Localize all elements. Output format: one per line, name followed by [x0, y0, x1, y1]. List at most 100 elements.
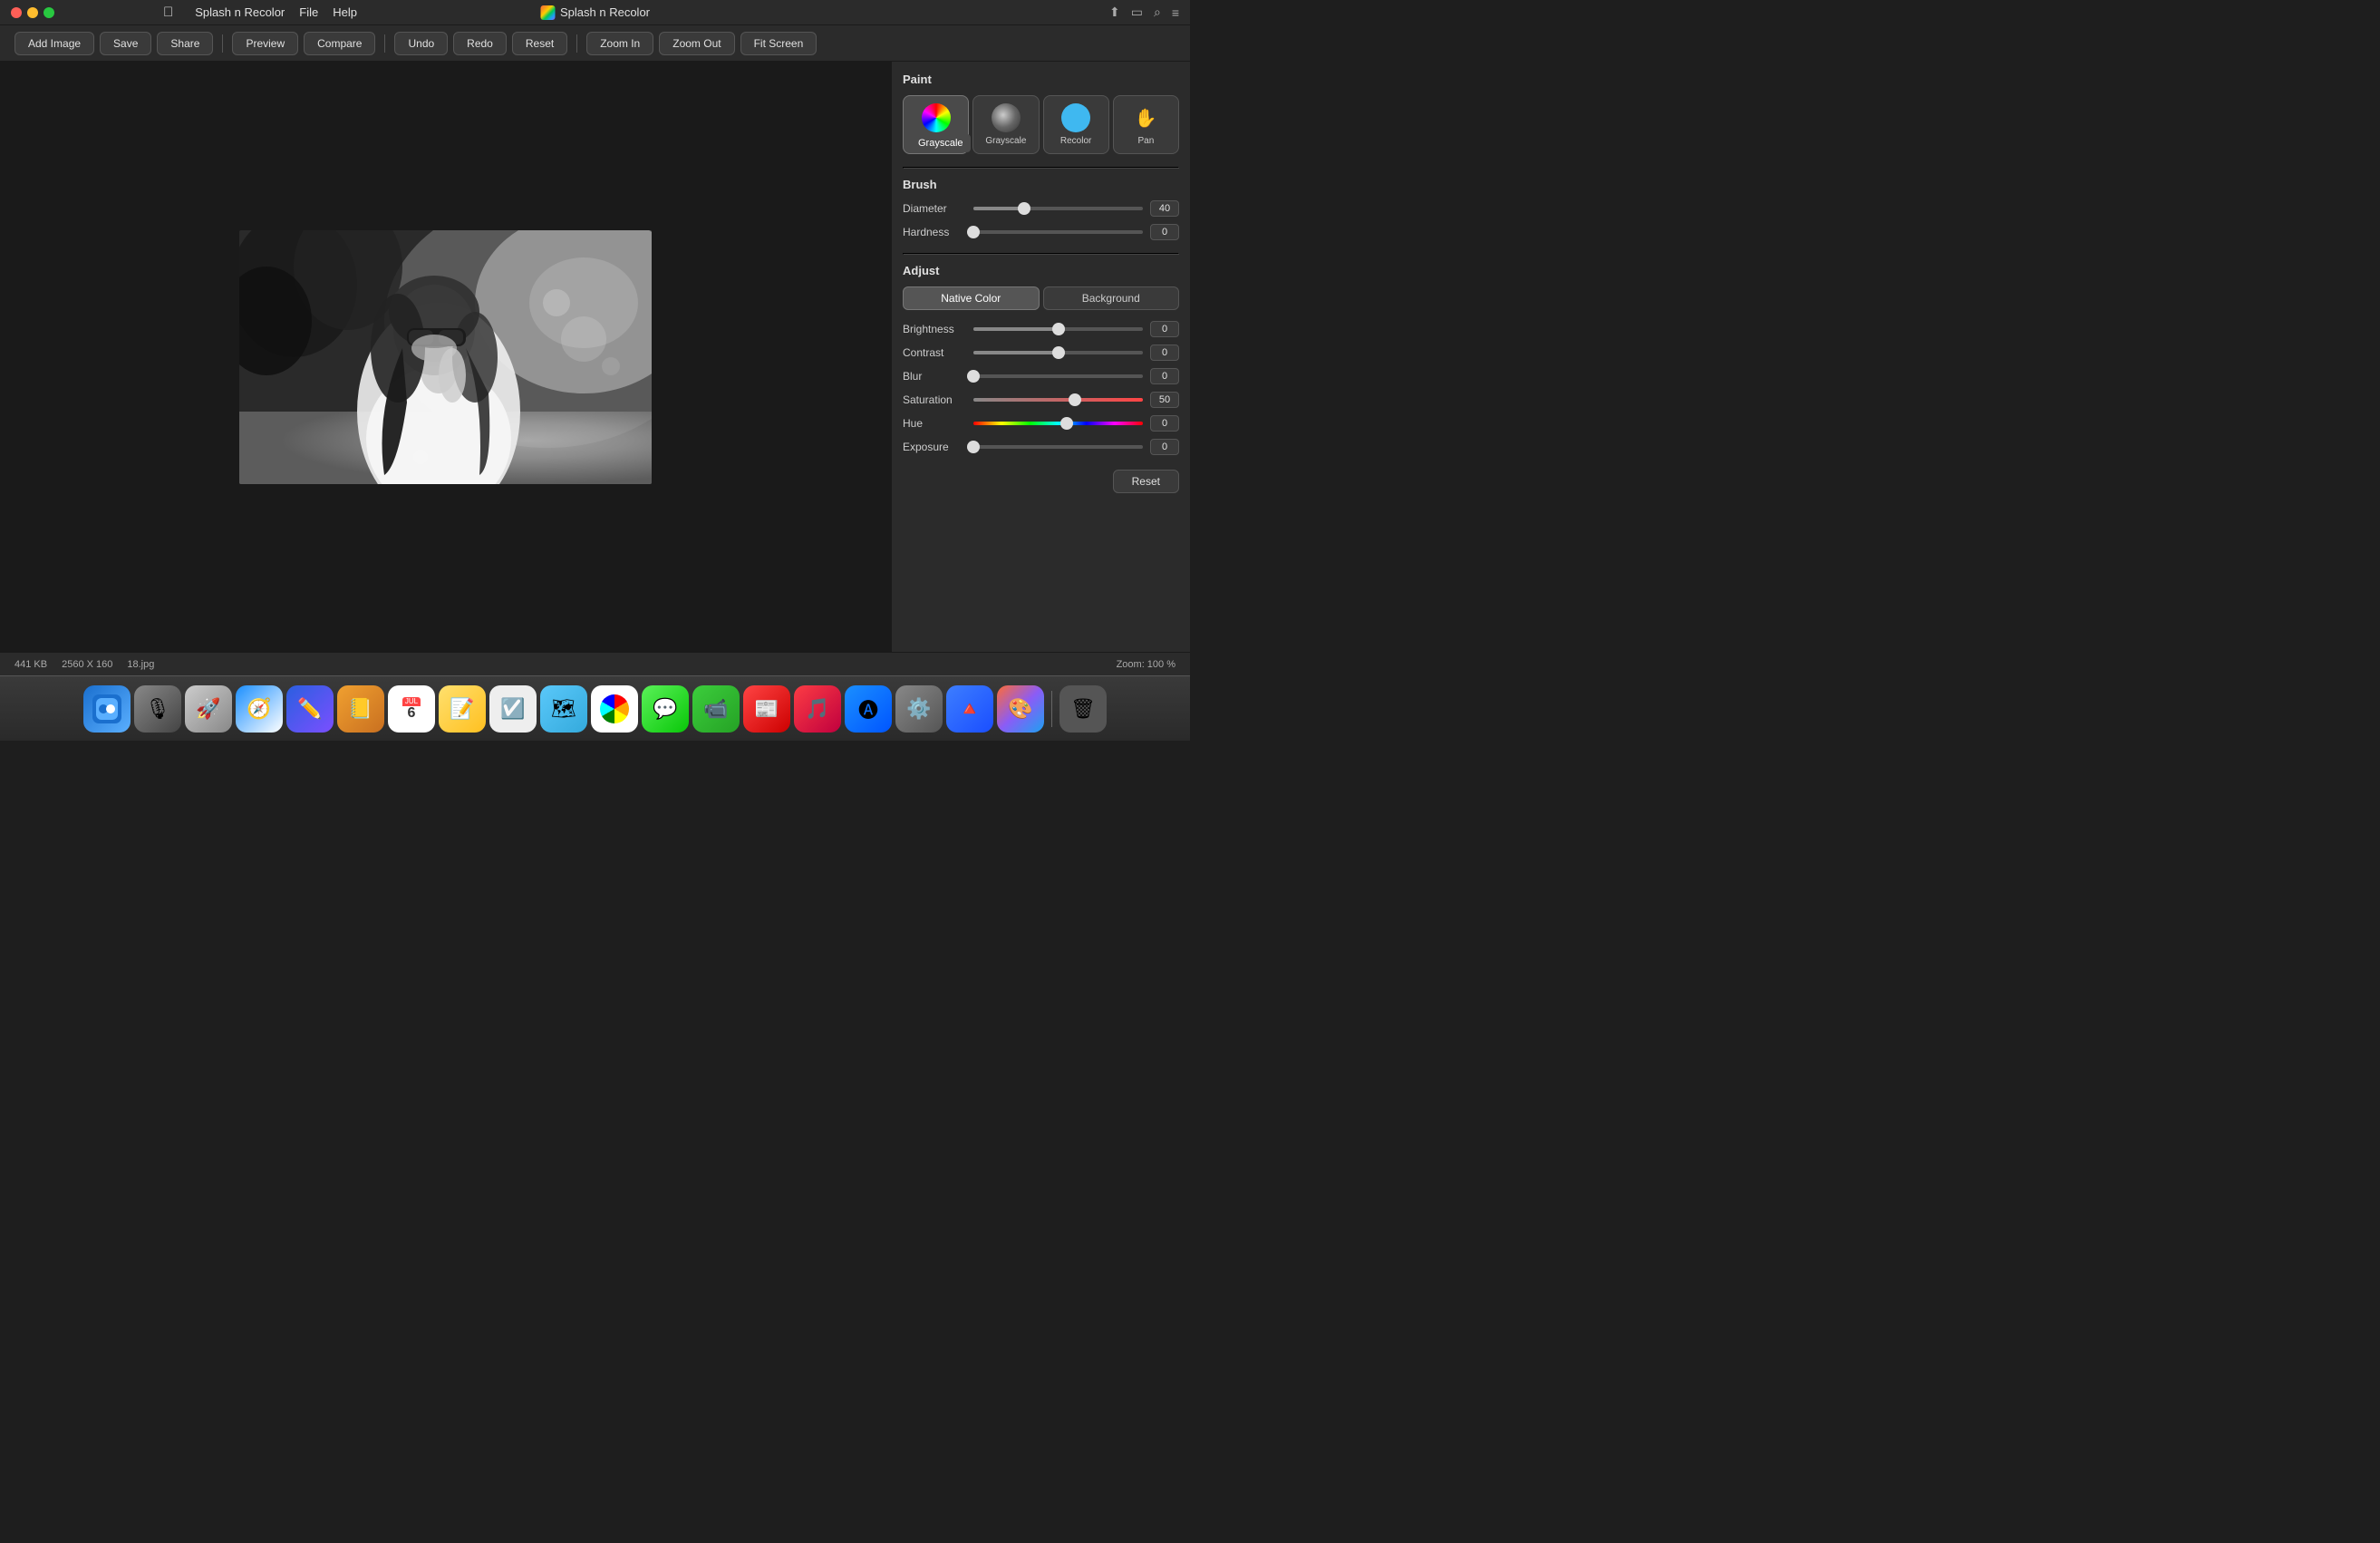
paint-title: Paint [903, 73, 1179, 86]
compare-button[interactable]: Compare [304, 32, 375, 55]
hue-row: Hue 0 [903, 415, 1179, 432]
dock-siri[interactable]: 🎙 [134, 685, 181, 733]
app-name-menu[interactable]: Splash n Recolor [195, 5, 285, 19]
grayscale-tooltip: Grayscale [911, 134, 971, 152]
apple-menu[interactable]:  [163, 5, 173, 20]
dock-facetime[interactable]: 📹 [692, 685, 740, 733]
minimize-button[interactable] [27, 7, 38, 18]
save-button[interactable]: Save [100, 32, 151, 55]
preview-button[interactable]: Preview [232, 32, 298, 55]
dock-safari[interactable]: 🧭 [236, 685, 283, 733]
screen-record-icon[interactable]: ⬆ [1109, 5, 1120, 20]
dock-system-prefs[interactable]: ⚙️ [895, 685, 943, 733]
dock-photos[interactable] [591, 685, 638, 733]
exposure-label: Exposure [903, 441, 966, 453]
contrast-slider[interactable] [973, 345, 1143, 360]
hardness-row: Hardness 0 [903, 224, 1179, 240]
dock-contacts[interactable]: 📒 [337, 685, 384, 733]
reset-button[interactable]: Reset [512, 32, 567, 55]
hardness-label: Hardness [903, 226, 966, 238]
add-image-button[interactable]: Add Image [15, 32, 94, 55]
diameter-value[interactable]: 40 [1150, 200, 1179, 217]
hue-value[interactable]: 0 [1150, 415, 1179, 432]
close-button[interactable] [11, 7, 22, 18]
dock-trash[interactable]: 🗑 [1059, 685, 1107, 733]
native-color-icon [922, 103, 951, 132]
diameter-row: Diameter 40 [903, 200, 1179, 217]
reset-container: Reset [903, 462, 1179, 493]
adjust-reset-button[interactable]: Reset [1113, 470, 1179, 493]
dock-recolor[interactable]: 🎨 [997, 685, 1044, 733]
diameter-slider[interactable] [973, 201, 1143, 216]
brightness-slider[interactable] [973, 322, 1143, 336]
hue-thumb[interactable] [1060, 417, 1073, 430]
hue-label: Hue [903, 417, 966, 430]
contrast-value[interactable]: 0 [1150, 345, 1179, 361]
hue-fill [973, 422, 1067, 425]
share-button[interactable]: Share [157, 32, 213, 55]
hardness-slider[interactable] [973, 225, 1143, 239]
dock-calendar[interactable]: JUL 6 [388, 685, 435, 733]
canvas-area[interactable] [0, 62, 891, 652]
dock-rocket[interactable]: 🚀 [185, 685, 232, 733]
background-tab[interactable]: Background [1043, 286, 1180, 310]
hardness-thumb[interactable] [967, 226, 980, 238]
help-menu[interactable]: Help [333, 5, 357, 19]
dock-finder[interactable] [83, 685, 131, 733]
dock-appstore[interactable]: 🅐 [845, 685, 892, 733]
list-icon[interactable]: ≡ [1172, 5, 1179, 20]
exposure-row: Exposure 0 [903, 439, 1179, 455]
grayscale-mode-btn[interactable]: Grayscale [972, 95, 1039, 154]
search-icon[interactable]: ⌕ [1154, 5, 1161, 20]
blur-thumb[interactable] [967, 370, 980, 383]
contrast-thumb[interactable] [1052, 346, 1065, 359]
dock-reminders[interactable]: ☑️ [489, 685, 537, 733]
exposure-value[interactable]: 0 [1150, 439, 1179, 455]
zoom-out-button[interactable]: Zoom Out [659, 32, 734, 55]
dock-maps[interactable]: 🗺 [540, 685, 587, 733]
maximize-button[interactable] [44, 7, 54, 18]
hue-slider[interactable] [973, 416, 1143, 431]
pan-label: Pan [1137, 136, 1154, 146]
display-icon[interactable]: ▭ [1131, 5, 1143, 20]
status-bar: 441 KB 2560 X 160 18.jpg Zoom: 100 % [0, 652, 1190, 675]
saturation-slider[interactable] [973, 393, 1143, 407]
native-color-tab[interactable]: Native Color [903, 286, 1040, 310]
hardness-value[interactable]: 0 [1150, 224, 1179, 240]
brightness-thumb[interactable] [1052, 323, 1065, 335]
saturation-thumb[interactable] [1069, 393, 1081, 406]
exposure-thumb[interactable] [967, 441, 980, 453]
dock-pixelmator[interactable]: ✏️ [286, 685, 334, 733]
main-layout: Paint Native Color Grayscale [0, 62, 1190, 652]
pan-mode-btn[interactable]: ✋ Pan [1113, 95, 1179, 154]
diameter-thumb[interactable] [1018, 202, 1030, 215]
exposure-slider[interactable] [973, 440, 1143, 454]
brightness-track [973, 327, 1143, 331]
dock-messages[interactable]: 💬 [642, 685, 689, 733]
saturation-row: Saturation 50 [903, 392, 1179, 408]
brightness-row: Brightness 0 [903, 321, 1179, 337]
undo-button[interactable]: Undo [394, 32, 448, 55]
image-dimensions: 2560 X 160 [62, 659, 112, 670]
dock-music[interactable]: 🎵 [794, 685, 841, 733]
saturation-track [973, 398, 1143, 402]
fit-screen-button[interactable]: Fit Screen [740, 32, 818, 55]
dock-altimeter[interactable]: 🔺 [946, 685, 993, 733]
brightness-value[interactable]: 0 [1150, 321, 1179, 337]
title-bar:  Splash n Recolor File Help Splash n Re… [0, 0, 1190, 25]
recolor-mode-btn[interactable]: Recolor [1043, 95, 1109, 154]
saturation-label: Saturation [903, 393, 966, 406]
adjust-title: Adjust [903, 264, 1179, 277]
app-icon [540, 5, 555, 20]
redo-button[interactable]: Redo [453, 32, 507, 55]
diameter-track [973, 207, 1143, 210]
file-menu[interactable]: File [299, 5, 318, 19]
brightness-fill [973, 327, 1059, 331]
saturation-value[interactable]: 50 [1150, 392, 1179, 408]
blur-slider[interactable] [973, 369, 1143, 383]
dock-notes[interactable]: 📝 [439, 685, 486, 733]
zoom-in-button[interactable]: Zoom In [586, 32, 653, 55]
dock-news[interactable]: 📰 [743, 685, 790, 733]
blur-value[interactable]: 0 [1150, 368, 1179, 384]
blur-row: Blur 0 [903, 368, 1179, 384]
